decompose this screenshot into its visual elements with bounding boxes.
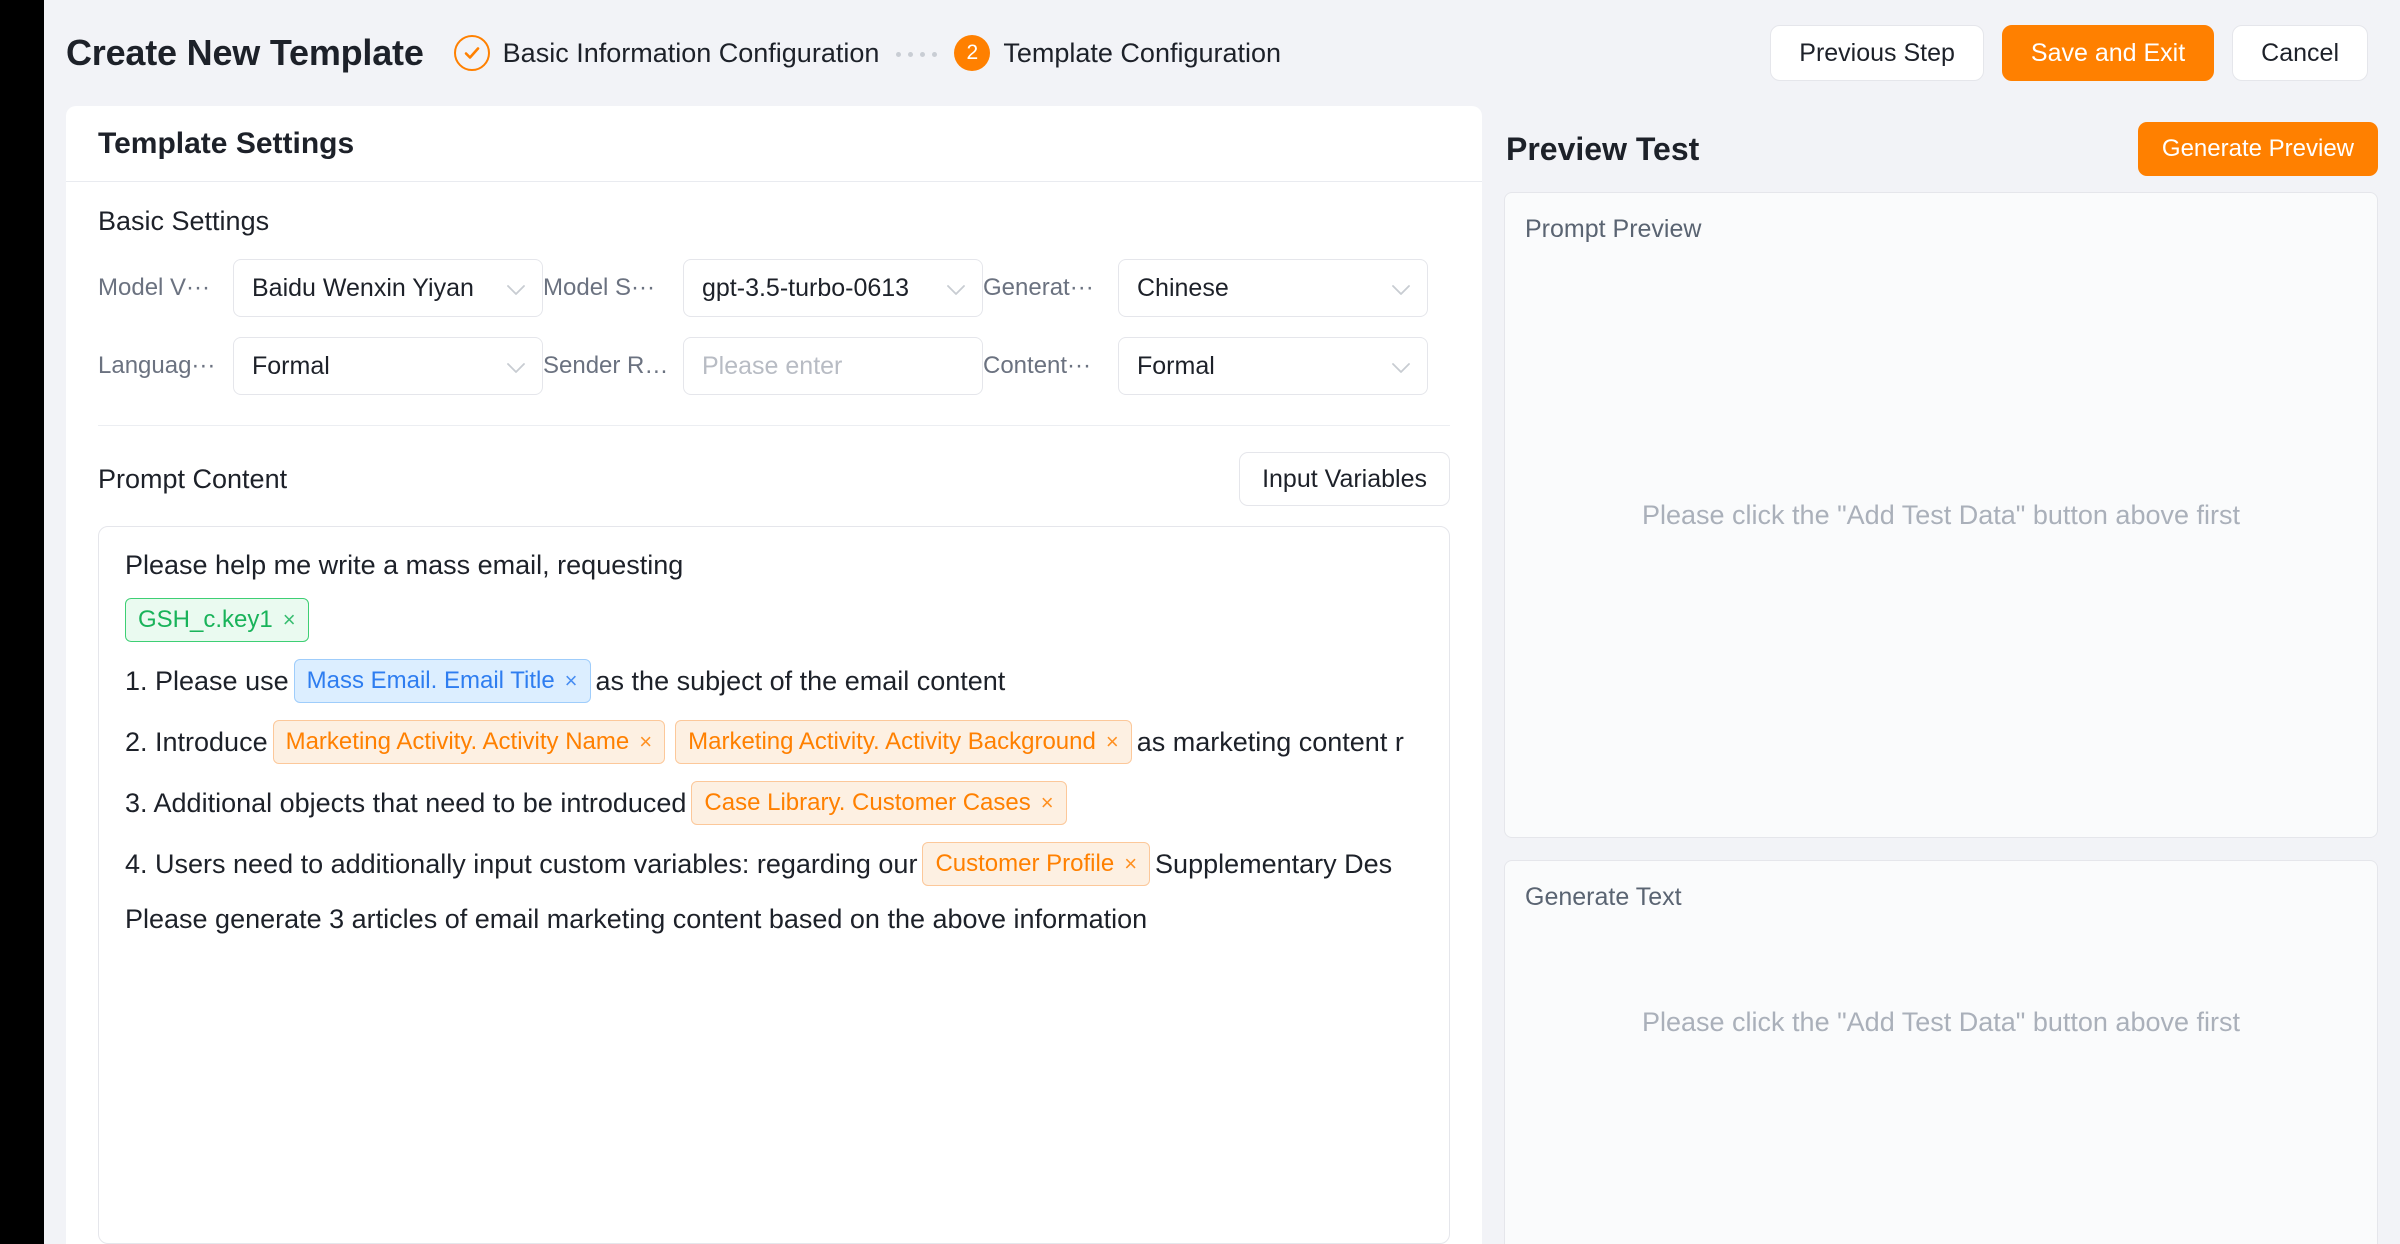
language-style-value: Formal [252, 351, 330, 380]
prompt-preview-label: Prompt Preview [1525, 215, 1702, 243]
close-icon[interactable]: × [283, 607, 296, 633]
variable-tag-label: Customer Profile [935, 849, 1115, 877]
step-template-configuration[interactable]: 2 Template Configuration [954, 35, 1281, 71]
sender-role-input[interactable]: Please enter [683, 337, 983, 395]
variable-tag[interactable]: Marketing Activity. Activity Background × [675, 720, 1132, 765]
sender-role-placeholder: Please enter [702, 351, 843, 380]
basic-settings-form: Model V··· Baidu Wenxin Yiyan Model S···… [98, 259, 1450, 395]
header-actions: Previous Step Save and Exit Cancel [1770, 25, 2368, 81]
chevron-down-icon [1391, 274, 1411, 303]
step-number-badge: 2 [954, 35, 991, 71]
step-connector [896, 50, 938, 57]
prompt-text: Please generate 3 articles of email mark… [125, 904, 1148, 935]
prompt-preview-card: Prompt Preview Please click the "Add Tes… [1504, 192, 2378, 838]
chevron-down-icon [946, 274, 966, 303]
model-series-value: gpt-3.5-turbo-0613 [702, 273, 910, 302]
variable-tag[interactable]: Case Library. Customer Cases × [691, 781, 1067, 826]
chevron-down-icon [1391, 352, 1411, 381]
model-vendor-select[interactable]: Baidu Wenxin Yiyan [233, 259, 543, 317]
generate-language-value: Chinese [1137, 273, 1229, 302]
template-settings-header: Template Settings [66, 106, 1482, 182]
variable-tag[interactable]: GSH_c.key1 × [125, 598, 309, 643]
language-style-select[interactable]: Formal [233, 337, 543, 395]
variable-tag[interactable]: Marketing Activity. Activity Name × [272, 720, 666, 765]
template-settings-title: Template Settings [98, 126, 355, 160]
prompt-line-item-2: 2. Introduce Marketing Activity. Activity… [125, 720, 1423, 765]
left-rail [0, 0, 44, 1244]
step-basic-information[interactable]: Basic Information Configuration [453, 35, 880, 71]
generate-language-select[interactable]: Chinese [1118, 259, 1428, 317]
generate-text-label: Generate Text [1525, 883, 1682, 911]
prompt-line-item-3: 3. Additional objects that need to be in… [125, 781, 1423, 826]
prompt-content-title: Prompt Content [98, 463, 288, 494]
save-and-exit-button[interactable]: Save and Exit [2001, 25, 2215, 81]
page-title: Create New Template [66, 32, 424, 73]
preview-test-header: Preview Test Generate Preview [1504, 106, 2378, 192]
check-icon [453, 35, 490, 71]
prompt-text: Please help me write a mass email, reque… [125, 550, 684, 580]
close-icon[interactable]: × [565, 668, 578, 694]
prompt-text: 4. Users need to additionally input cust… [125, 849, 918, 880]
prompt-line-item-4: 4. Users need to additionally input cust… [125, 842, 1423, 887]
generate-language-label: Generat··· [983, 274, 1094, 301]
variable-tag-label: Case Library. Customer Cases [704, 788, 1031, 816]
page-body: Template Settings Basic Settings Model V… [44, 106, 2400, 1244]
variable-tag[interactable]: Customer Profile × [922, 842, 1151, 887]
variable-tag[interactable]: Mass Email. Email Title × [293, 659, 591, 704]
template-settings-body: Basic Settings Model V··· Baidu Wenxin Y… [66, 182, 1482, 1244]
variable-tag-label: GSH_c.key1 [138, 605, 273, 633]
close-icon[interactable]: × [1041, 790, 1054, 816]
close-icon[interactable]: × [1106, 729, 1119, 755]
previous-step-button[interactable]: Previous Step [1770, 25, 1984, 81]
settings-divider [98, 425, 1450, 426]
close-icon[interactable]: × [639, 729, 652, 755]
prompt-text: as marketing content r [1136, 727, 1404, 758]
step-indicator: Basic Information Configuration 2 Templa… [453, 35, 1281, 71]
prompt-line-intro: Please help me write a mass email, reque… [125, 549, 1423, 581]
model-series-label: Model S··· [543, 274, 656, 301]
variable-tag-label: Marketing Activity. Activity Background [688, 727, 1096, 755]
prompt-line-tag-line: GSH_c.key1 × [125, 598, 1423, 643]
language-style-label: Languag··· [98, 352, 216, 379]
prompt-content-editor[interactable]: Please help me write a mass email, reque… [98, 526, 1450, 1244]
prompt-line-item-1: 1. Please use Mass Email. Email Title × as … [125, 659, 1423, 704]
generate-text-card: Generate Text Please click the "Add Test… [1504, 860, 2378, 1244]
app-container: Create New Template Basic Information Co… [44, 0, 2400, 1244]
prompt-preview-empty-message: Please click the "Add Test Data" button … [1642, 499, 2240, 530]
basic-settings-title: Basic Settings [98, 206, 270, 236]
template-settings-card: Template Settings Basic Settings Model V… [66, 106, 1482, 1244]
prompt-text: 1. Please use [125, 666, 289, 697]
prompt-content-header: Prompt Content Input Variables [98, 452, 1450, 506]
content-style-select[interactable]: Formal [1118, 337, 1428, 395]
model-series-select[interactable]: gpt-3.5-turbo-0613 [683, 259, 983, 317]
app-window: Create New Template Basic Information Co… [0, 0, 2400, 1244]
sender-role-label: Sender Role [543, 352, 677, 379]
variable-tag-label: Mass Email. Email Title [306, 666, 555, 694]
generate-text-empty-message: Please click the "Add Test Data" button … [1642, 1007, 2240, 1037]
prompt-text: Supplementary Des [1155, 849, 1393, 880]
model-vendor-label: Model V··· [98, 274, 211, 301]
prompt-text: 3. Additional objects that need to be in… [125, 788, 687, 819]
input-variables-button[interactable]: Input Variables [1239, 452, 1450, 506]
prompt-text: 2. Introduce [125, 727, 268, 758]
prompt-text: as the subject of the email content [595, 666, 1006, 697]
page-header: Create New Template Basic Information Co… [44, 0, 2400, 106]
prompt-line-closing: Please generate 3 articles of email mark… [125, 903, 1423, 935]
preview-test-title: Preview Test [1506, 130, 1700, 167]
variable-tag-label: Marketing Activity. Activity Name [285, 727, 630, 755]
content-style-value: Formal [1137, 351, 1215, 380]
step-label-template-configuration: Template Configuration [1003, 37, 1282, 68]
preview-test-panel: Preview Test Generate Preview Prompt Pre… [1504, 106, 2378, 1244]
content-style-label: Content··· [983, 352, 1092, 379]
cancel-button[interactable]: Cancel [2232, 25, 2368, 81]
chevron-down-icon [506, 352, 526, 381]
close-icon[interactable]: × [1124, 851, 1137, 877]
model-vendor-value: Baidu Wenxin Yiyan [252, 273, 474, 302]
generate-preview-button[interactable]: Generate Preview [2137, 122, 2378, 176]
step-label-basic-information: Basic Information Configuration [502, 37, 880, 68]
chevron-down-icon [506, 274, 526, 303]
